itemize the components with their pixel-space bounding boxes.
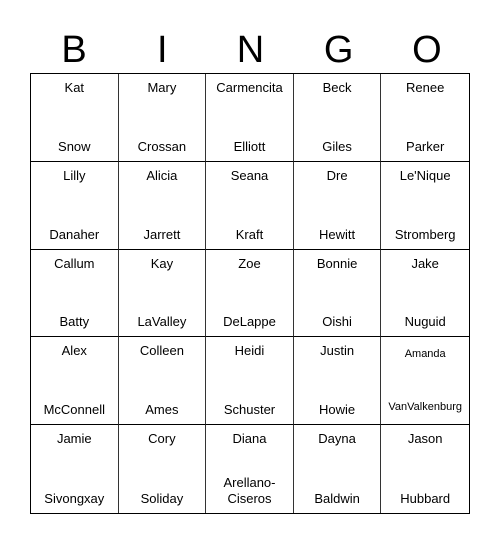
- first-name: Mary: [147, 80, 177, 95]
- header-letter-b: B: [61, 29, 87, 71]
- bingo-cell[interactable]: Le'Nique Stromberg: [381, 162, 469, 250]
- last-name: Baldwin: [314, 491, 360, 506]
- last-name: McConnell: [43, 402, 105, 418]
- last-name: Arellano- Ciseros: [223, 475, 276, 506]
- first-name: Alex: [61, 343, 87, 359]
- first-name: Jamie: [56, 431, 92, 447]
- last-name: Stromberg: [394, 226, 456, 242]
- last-name: Schuster: [223, 402, 276, 418]
- last-name: Parker: [406, 138, 445, 154]
- last-name: Elliott: [233, 138, 266, 154]
- last-name: Giles: [322, 138, 352, 154]
- header-letter-g: G: [323, 29, 354, 71]
- last-name: DeLappe: [223, 314, 276, 330]
- bingo-header: B I N G O: [30, 28, 471, 72]
- first-name: Justin: [320, 343, 355, 359]
- header-letter-o: O: [412, 29, 442, 71]
- header-letter-i: I: [157, 29, 168, 71]
- first-name: Kay: [150, 255, 174, 271]
- first-name: Colleen: [139, 343, 184, 359]
- first-name: Carmencita: [216, 80, 283, 95]
- last-name: Ames: [145, 402, 179, 418]
- first-name: Bonnie: [316, 255, 358, 271]
- bingo-cell[interactable]: Zoe DeLappe: [206, 249, 294, 338]
- bingo-cell[interactable]: Heidi Schuster: [206, 337, 294, 426]
- last-name: Batty: [59, 314, 90, 330]
- last-name: Hubbard: [400, 491, 451, 506]
- bingo-cell[interactable]: Lilly Danaher: [31, 161, 119, 250]
- bingo-cell[interactable]: Kay LaValley: [118, 249, 207, 338]
- first-name: Diana: [232, 431, 267, 447]
- bingo-cell[interactable]: Diana Arellano- Ciseros: [206, 425, 294, 513]
- bingo-cell[interactable]: Jamie Sivongxay: [31, 425, 119, 513]
- first-name: Beck: [322, 80, 352, 95]
- first-name: Kat: [64, 80, 85, 95]
- last-name: Nuguid: [404, 314, 446, 330]
- bingo-cell[interactable]: Amanda VanValkenburg: [381, 337, 469, 426]
- bingo-cell[interactable]: Kat Snow: [31, 74, 119, 162]
- bingo-cell[interactable]: Bonnie Oishi: [293, 249, 382, 338]
- bingo-cell[interactable]: Justin Howie: [293, 337, 382, 426]
- bingo-cell[interactable]: Colleen Ames: [118, 337, 207, 426]
- last-name: VanValkenburg: [388, 401, 462, 414]
- last-name: Sivongxay: [44, 491, 105, 506]
- last-name: Jarrett: [143, 226, 181, 242]
- first-name: Jason: [407, 431, 443, 447]
- last-name: Snow: [58, 138, 91, 154]
- last-name: Howie: [319, 402, 356, 418]
- last-name: Oishi: [322, 314, 352, 330]
- bingo-cell[interactable]: Alex McConnell: [31, 337, 119, 426]
- first-name: Renee: [406, 80, 445, 95]
- last-name: Crossan: [137, 138, 187, 154]
- first-name: Jake: [411, 255, 439, 271]
- bingo-cell[interactable]: Beck Giles: [293, 74, 382, 162]
- first-name: Cory: [148, 431, 176, 447]
- bingo-cell[interactable]: Cory Soliday: [119, 425, 207, 513]
- last-name: LaValley: [137, 314, 187, 330]
- first-name: Lilly: [63, 167, 86, 183]
- bingo-grid: Kat Snow Mary Crossan Carmencita Elliott Beck G…: [30, 73, 470, 514]
- bingo-cell[interactable]: Seana Kraft: [206, 161, 294, 250]
- first-name: Amanda: [404, 348, 446, 361]
- bingo-cell[interactable]: Dre Hewitt: [293, 161, 382, 250]
- bingo-cell[interactable]: Jason Hubbard: [381, 425, 469, 513]
- header-letter-n: N: [236, 29, 265, 71]
- bingo-cell[interactable]: Carmencita Elliott: [206, 74, 294, 162]
- last-name: Hewitt: [319, 226, 356, 242]
- first-name: Le'Nique: [399, 167, 451, 183]
- bingo-cell[interactable]: Jake Nuguid: [381, 250, 469, 338]
- bingo-cell[interactable]: Callum Batty: [31, 249, 119, 338]
- last-name: Soliday: [140, 491, 184, 506]
- first-name: Seana: [230, 167, 269, 183]
- last-name: Danaher: [49, 226, 100, 242]
- first-name: Dayna: [318, 431, 356, 447]
- first-name: Dre: [326, 167, 348, 183]
- bingo-cell[interactable]: Alicia Jarrett: [118, 161, 207, 250]
- first-name: Zoe: [238, 255, 261, 271]
- first-name: Alicia: [146, 167, 178, 183]
- bingo-cell[interactable]: Mary Crossan: [118, 74, 207, 162]
- first-name: Callum: [54, 255, 95, 271]
- first-name: Heidi: [234, 343, 265, 359]
- last-name: Kraft: [235, 226, 264, 242]
- bingo-cell[interactable]: Dayna Baldwin: [294, 425, 382, 513]
- bingo-cell[interactable]: Renee Parker: [381, 74, 469, 162]
